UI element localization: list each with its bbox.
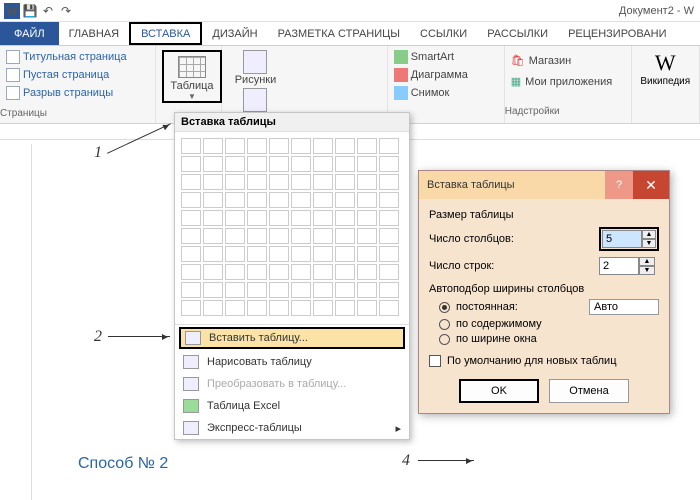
pictures-button[interactable]: Рисунки — [228, 50, 283, 86]
tab-design[interactable]: ДИЗАЙН — [202, 22, 267, 45]
ok-button[interactable]: OK — [459, 379, 539, 403]
smartart-button[interactable]: SmartArt — [394, 50, 498, 64]
cancel-button[interactable]: Отмена — [549, 379, 629, 403]
columns-label: Число столбцов: — [429, 233, 593, 245]
quick-tables-menuitem[interactable]: Экспресс-таблицы▸ — [175, 417, 409, 439]
spin-up-icon[interactable]: ▲ — [642, 230, 656, 239]
tab-layout[interactable]: РАЗМЕТКА СТРАНИЦЫ — [268, 22, 410, 45]
ribbon-tabs: ФАЙЛ ГЛАВНАЯ ВСТАВКА ДИЗАЙН РАЗМЕТКА СТР… — [0, 22, 700, 46]
group-wikipedia: W Википедия — [632, 46, 700, 123]
columns-input[interactable] — [602, 230, 642, 248]
document-title: Документ2 - W — [619, 5, 694, 17]
excel-table-menuitem[interactable]: Таблица Excel — [175, 395, 409, 417]
autofit-window-radio[interactable]: по ширине окна — [439, 333, 659, 345]
tab-mailings[interactable]: РАССЫЛКИ — [477, 22, 558, 45]
group-store: 🛍Магазин ▦Мои приложения Надстройки — [505, 46, 632, 123]
columns-spinner[interactable]: ▲▼ — [599, 227, 659, 251]
help-icon[interactable]: ? — [605, 171, 633, 199]
word-icon: W — [4, 3, 20, 19]
tab-home[interactable]: ГЛАВНАЯ — [59, 22, 129, 45]
rows-spinner[interactable]: ▲▼ — [599, 257, 659, 275]
dialog-title: Вставка таблицы — [427, 179, 515, 191]
page-break-button[interactable]: Разрыв страницы — [6, 86, 149, 100]
undo-icon[interactable]: ↶ — [40, 3, 56, 19]
tab-references[interactable]: ССЫЛКИ — [410, 22, 477, 45]
blank-page-button[interactable]: Пустая страница — [6, 68, 149, 82]
screenshot-button[interactable]: Снимок — [394, 86, 498, 100]
chevron-down-icon: ▼ — [188, 92, 196, 101]
save-icon[interactable]: 💾 — [22, 3, 38, 19]
table-dropdown: Вставка таблицы Вставить таблицу... Нари… — [174, 112, 410, 440]
table-button[interactable]: Таблица ▼ — [162, 50, 222, 103]
callout-2: 2 — [94, 328, 102, 346]
autofit-fixed-radio[interactable]: постоянная:Авто — [439, 299, 659, 315]
insert-table-menuitem[interactable]: Вставить таблицу... — [179, 327, 405, 349]
group-pages: Титульная страница Пустая страница Разры… — [0, 46, 156, 123]
insert-table-dialog: Вставка таблицы ? ✕ Размер таблицы Число… — [418, 170, 670, 414]
spin-down-icon[interactable]: ▼ — [642, 239, 656, 248]
close-icon[interactable]: ✕ — [633, 171, 669, 199]
insert-table-grid[interactable] — [181, 138, 403, 316]
my-apps-button[interactable]: ▦Мои приложения — [511, 75, 625, 88]
convert-text-menuitem: Преобразовать в таблицу... — [175, 373, 409, 395]
callout-1: 1 — [94, 144, 102, 162]
redo-icon[interactable]: ↷ — [58, 3, 74, 19]
rows-input[interactable] — [599, 257, 639, 275]
callout-4: 4 — [402, 452, 410, 470]
chart-button[interactable]: Диаграмма — [394, 68, 498, 82]
tab-review[interactable]: РЕЦЕНЗИРОВАНИ — [558, 22, 676, 45]
vertical-ruler — [16, 144, 32, 500]
dropdown-header: Вставка таблицы — [175, 113, 409, 132]
table-grid-icon — [178, 56, 206, 78]
method-label: Способ № 2 — [78, 455, 168, 473]
rows-label: Число строк: — [429, 260, 593, 272]
remember-checkbox[interactable]: По умолчанию для новых таблиц — [429, 355, 659, 367]
draw-table-menuitem[interactable]: Нарисовать таблицу — [175, 351, 409, 373]
store-button[interactable]: 🛍Магазин — [511, 54, 625, 67]
tab-insert[interactable]: ВСТАВКА — [129, 22, 202, 45]
title-page-button[interactable]: Титульная страница — [6, 50, 149, 64]
tab-file[interactable]: ФАЙЛ — [0, 22, 59, 45]
wikipedia-icon[interactable]: W — [655, 50, 676, 76]
fixed-width-combo[interactable]: Авто — [589, 299, 659, 315]
autofit-contents-radio[interactable]: по содержимому — [439, 318, 659, 330]
